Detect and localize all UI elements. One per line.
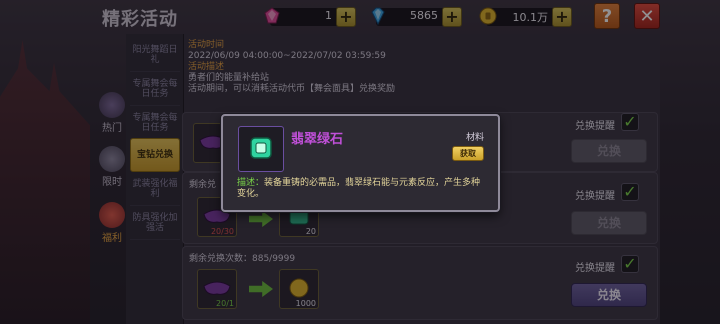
item-tooltip: 翡翠绿石 材料 获取 描述：装备重铸的必需品，翡翠绿石能与元素反应，产生多种变化… <box>221 114 500 212</box>
get-item-button[interactable]: 获取 <box>452 146 484 161</box>
emerald-icon <box>250 137 272 159</box>
item-name: 翡翠绿石 <box>291 132 344 147</box>
item-type: 材料 <box>465 133 484 143</box>
description-label: 描述： <box>237 178 265 188</box>
description-text: 装备重铸的必需品，翡翠绿石能与元素反应，产生多种变化。 <box>237 178 481 199</box>
tooltip-item-slot <box>238 126 284 172</box>
item-description: 描述：装备重铸的必需品，翡翠绿石能与元素反应，产生多种变化。 <box>237 178 487 200</box>
